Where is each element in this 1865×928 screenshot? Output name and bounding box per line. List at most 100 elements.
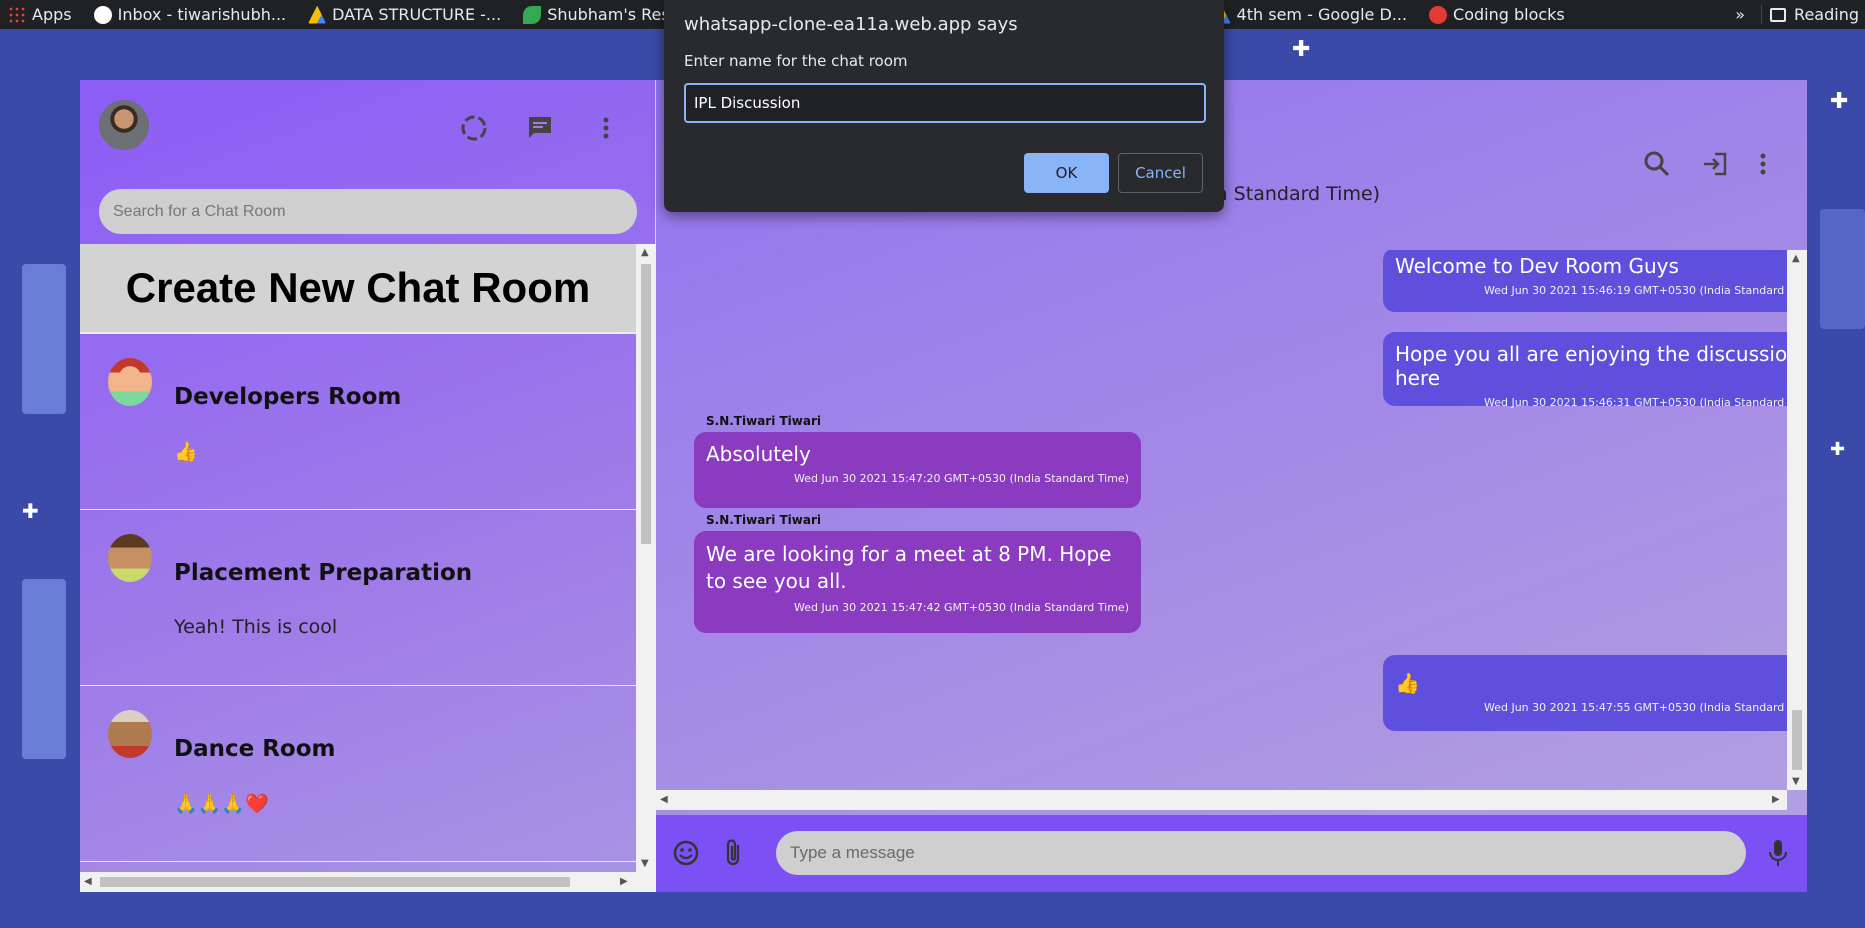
dialog-input-wrap[interactable] xyxy=(684,83,1206,123)
leaf-icon xyxy=(523,5,542,24)
room-name-input[interactable] xyxy=(686,85,1204,121)
room-avatar xyxy=(108,358,152,406)
message-text: We are looking for a meet at 8 PM. Hope … xyxy=(706,542,1112,593)
search-input[interactable] xyxy=(99,189,637,234)
message-input-wrap[interactable] xyxy=(776,831,1746,875)
room-last-message: Yeah! This is cool xyxy=(174,616,338,638)
status-button[interactable] xyxy=(458,112,490,144)
room-name: Developers Room xyxy=(174,384,402,410)
sidebar-menu-button[interactable] xyxy=(590,112,622,144)
more-vert-icon xyxy=(603,117,609,139)
scrollbar-thumb[interactable] xyxy=(1792,710,1802,770)
apps-grid-icon xyxy=(8,5,26,24)
room-item[interactable]: Dance Room 🙏🙏🙏❤️ xyxy=(80,686,636,862)
bookmark-label: Apps xyxy=(32,5,72,24)
wallpaper-tile xyxy=(22,579,66,759)
exit-room-icon[interactable] xyxy=(1701,150,1729,178)
reading-list-label: Reading xyxy=(1794,5,1859,24)
bookmark-4th-sem[interactable]: 4th sem - Google D... xyxy=(1205,0,1421,29)
message-time: Wed Jun 30 2021 15:47:55 GMT+0530 (India… xyxy=(1483,701,1787,714)
mic-icon[interactable] xyxy=(1768,837,1788,869)
message-sender: S.N.Tiwari Tiwari xyxy=(706,414,822,428)
sparkle-icon: ✚ xyxy=(1830,439,1846,460)
user-avatar[interactable] xyxy=(99,100,149,150)
cancel-button[interactable]: Cancel xyxy=(1118,153,1203,193)
reading-list-icon xyxy=(1770,7,1787,22)
google-icon xyxy=(93,5,112,24)
status-icon xyxy=(461,115,487,141)
message-text: 👍 xyxy=(1395,671,1420,695)
message-list-scrollbar[interactable]: ▲ ▼ xyxy=(1787,250,1807,790)
dialog-title: whatsapp-clone-ea11a.web.app says xyxy=(684,14,1018,35)
bookmark-label: Coding blocks xyxy=(1453,5,1565,24)
room-last-message: 👍 xyxy=(174,441,198,463)
room-item[interactable]: Placement Preparation Yeah! This is cool xyxy=(80,510,636,686)
chat-last-seen: a Standard Time) xyxy=(1216,183,1381,205)
scrollbar-thumb[interactable] xyxy=(100,877,570,887)
reading-list-button[interactable]: Reading xyxy=(1761,5,1865,24)
scroll-up-arrow-icon[interactable]: ▲ xyxy=(1792,253,1800,264)
scroll-right-arrow-icon[interactable]: ▶ xyxy=(620,876,628,887)
chat-icon xyxy=(529,117,551,138)
scroll-up-arrow-icon[interactable]: ▲ xyxy=(641,247,649,258)
sidebar-header xyxy=(80,80,656,180)
message-input[interactable] xyxy=(776,831,1746,875)
scroll-left-arrow-icon[interactable]: ◀ xyxy=(84,876,92,887)
message-time: Wed Jun 30 2021 15:47:42 GMT+0530 (India… xyxy=(793,601,1129,614)
message-composer xyxy=(656,815,1807,892)
message-list-hscrollbar[interactable]: ◀ ▶ xyxy=(656,790,1787,810)
search-icon[interactable] xyxy=(1643,150,1671,178)
chat-header-actions xyxy=(1643,150,1767,178)
bookmarks-more-button[interactable]: » xyxy=(1719,5,1761,24)
message-list: Welcome to Dev Room Guys Wed Jun 30 2021… xyxy=(656,250,1787,790)
dialog-message: Enter name for the chat room xyxy=(684,52,908,70)
bookmark-inbox[interactable]: Inbox - tiwarishubh... xyxy=(86,0,301,29)
message-time: Wed Jun 30 2021 15:46:19 GMT+0530 (India… xyxy=(1483,284,1787,297)
message-bubble: Hope you all are enjoying the discussion… xyxy=(1383,332,1787,409)
room-list: Create New Chat Room Developers Room 👍 P… xyxy=(80,244,636,872)
bookmark-data-structure[interactable]: DATA STRUCTURE -... xyxy=(300,0,515,29)
scrollbar-thumb[interactable] xyxy=(641,264,651,544)
sidebar: Create New Chat Room Developers Room 👍 P… xyxy=(80,80,656,892)
bookmark-label: DATA STRUCTURE -... xyxy=(332,5,502,24)
message-time: Wed Jun 30 2021 15:47:20 GMT+0530 (India… xyxy=(793,472,1129,485)
new-chat-button[interactable] xyxy=(524,112,556,144)
scroll-down-arrow-icon[interactable]: ▼ xyxy=(1792,776,1800,787)
ok-button[interactable]: OK xyxy=(1024,153,1109,193)
coding-blocks-icon xyxy=(1429,5,1448,24)
emoji-icon[interactable] xyxy=(672,839,700,867)
wallpaper-tile xyxy=(1820,209,1865,329)
scroll-right-arrow-icon[interactable]: ▶ xyxy=(1772,794,1780,805)
room-list-hscrollbar[interactable]: ◀ ▶ xyxy=(80,872,656,892)
more-vert-icon[interactable] xyxy=(1759,150,1767,178)
bookmark-apps[interactable]: Apps xyxy=(0,0,86,29)
message-bubble: Welcome to Dev Room Guys Wed Jun 30 2021… xyxy=(1383,250,1787,312)
message-time: Wed Jun 30 2021 15:46:31 GMT+0530 (India… xyxy=(1483,396,1787,409)
prompt-dialog: whatsapp-clone-ea11a.web.app says Enter … xyxy=(664,0,1224,212)
bookmark-coding-blocks[interactable]: Coding blocks xyxy=(1421,0,1579,29)
message-text: Hope you all are enjoying the discussion… xyxy=(1395,342,1787,390)
message-bubble: We are looking for a meet at 8 PM. Hope … xyxy=(694,531,1141,633)
sparkle-icon: ✚ xyxy=(1292,37,1311,62)
message-bubble: 👍 Wed Jun 30 2021 15:47:55 GMT+0530 (Ind… xyxy=(1383,655,1787,731)
create-room-button[interactable]: Create New Chat Room xyxy=(80,244,636,334)
room-name: Dance Room xyxy=(174,736,336,762)
message-text: Welcome to Dev Room Guys xyxy=(1395,254,1679,278)
room-last-message: 🙏🙏🙏❤️ xyxy=(174,793,269,815)
sparkle-icon: ✚ xyxy=(1830,89,1849,114)
chat-room-search[interactable] xyxy=(99,189,637,234)
google-drive-icon xyxy=(308,5,327,24)
scroll-left-arrow-icon[interactable]: ◀ xyxy=(660,794,668,805)
bookmark-label: Inbox - tiwarishubh... xyxy=(117,5,287,24)
attach-icon[interactable] xyxy=(722,837,744,869)
message-bubble: Absolutely Wed Jun 30 2021 15:47:20 GMT+… xyxy=(694,432,1141,508)
sparkle-icon: ✚ xyxy=(22,499,39,523)
bookmark-label: 4th sem - Google D... xyxy=(1236,5,1408,24)
room-avatar xyxy=(108,534,152,582)
room-item[interactable]: Developers Room 👍 xyxy=(80,334,636,510)
room-list-scrollbar[interactable]: ▲ ▼ xyxy=(636,244,656,872)
message-text: Absolutely xyxy=(706,442,811,466)
scroll-down-arrow-icon[interactable]: ▼ xyxy=(641,858,649,869)
room-avatar xyxy=(108,710,152,758)
message-sender: S.N.Tiwari Tiwari xyxy=(706,513,822,527)
